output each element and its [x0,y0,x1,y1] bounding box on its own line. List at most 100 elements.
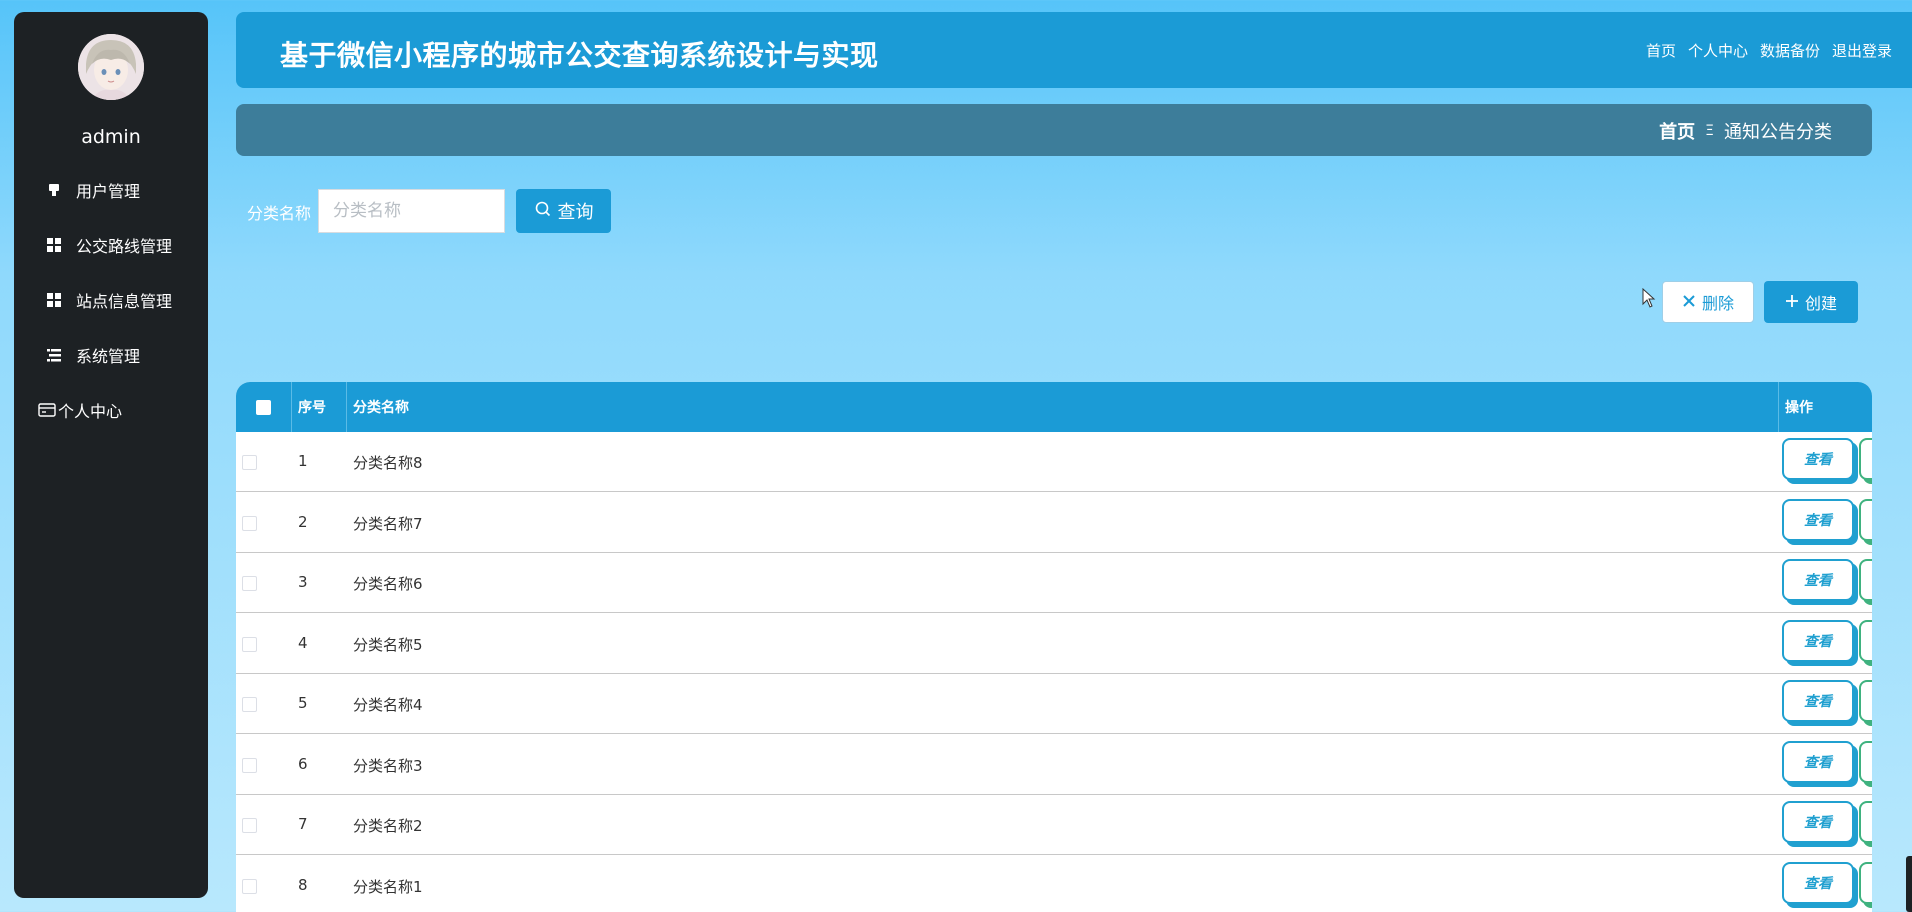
nav-personal-center-link[interactable]: 个人中心 [1688,40,1748,61]
table-row: 8 分类名称1 查看编辑删除 [236,856,1872,912]
edit-button[interactable]: 编辑 [1859,498,1872,541]
view-button[interactable]: 查看 [1782,801,1854,843]
user-card-icon [46,182,62,198]
table-row: 7 分类名称2 查看编辑删除 [236,795,1872,855]
view-button[interactable]: 查看 [1782,619,1854,662]
edit-button[interactable]: 编辑 [1859,559,1872,601]
mouse-cursor-icon [1642,287,1656,312]
row-index: 1 [298,452,308,470]
sidebar-item-system-management[interactable]: 系统管理 [46,341,140,369]
sidebar-item-label: 站点信息管理 [76,292,173,311]
select-all-checkbox[interactable] [256,399,271,415]
search-input[interactable] [318,189,505,233]
batch-delete-button[interactable]: 删除 [1662,281,1754,323]
row-index: 5 [298,694,308,712]
row-checkbox[interactable] [242,757,257,773]
row-index: 7 [298,815,308,833]
close-icon [1682,293,1696,312]
row-category-name: 分类名称6 [353,575,423,593]
table-row: 2 分类名称7 查看编辑删除 [236,493,1872,553]
view-button[interactable]: 查看 [1782,680,1854,722]
row-category-name: 分类名称7 [353,514,423,533]
sidebar-item-personal-center[interactable]: 个人中心 [38,396,122,424]
column-header-actions: 操作 [1785,400,1813,416]
page-title: 基于微信小程序的城市公交查询系统设计与实现 [280,39,879,72]
row-checkbox[interactable] [242,878,257,894]
sidebar-item-label: 用户管理 [76,182,141,201]
breadcrumb-separator: Ξ [1705,123,1714,139]
row-actions: 查看编辑删除 [1782,619,1872,662]
row-category-name: 分类名称8 [353,454,423,472]
row-actions: 查看编辑删除 [1782,740,1872,783]
row-checkbox[interactable] [242,697,257,712]
breadcrumb: 首页 Ξ 通知公告分类 [1659,118,1832,144]
search-icon [534,200,552,223]
table-row: 5 分类名称4 查看编辑删除 [236,674,1872,734]
nav-logout-link[interactable]: 退出登录 [1832,40,1892,61]
top-header: 基于微信小程序的城市公交查询系统设计与实现 首页 个人中心 数据备份 退出登录 [236,12,1912,88]
list-icon [46,347,62,363]
sidebar-item-label: 公交路线管理 [76,237,173,256]
table-row: 6 分类名称3 查看编辑删除 [236,735,1872,795]
edit-button[interactable]: 编辑 [1859,438,1872,480]
edit-button[interactable]: 编辑 [1859,801,1872,843]
row-index: 4 [298,633,308,652]
search-label: 分类名称 [247,204,312,223]
id-card-icon [38,402,56,418]
row-category-name: 分类名称4 [353,696,423,714]
row-actions: 查看编辑删除 [1782,801,1872,843]
row-actions: 查看编辑删除 [1782,861,1872,904]
query-button[interactable]: 查询 [516,189,611,233]
nav-home-link[interactable]: 首页 [1646,40,1676,61]
column-header-name[interactable]: 分类名称 [347,382,1779,432]
sidebar-item-bus-route-management[interactable]: 公交路线管理 [46,231,172,259]
row-category-name: 分类名称2 [353,817,423,835]
view-button[interactable]: 查看 [1782,438,1854,480]
row-checkbox[interactable] [242,636,257,652]
edit-button[interactable]: 编辑 [1859,619,1872,662]
row-index: 6 [298,754,308,773]
create-label: 创建 [1804,294,1837,313]
nav-data-backup-link[interactable]: 数据备份 [1760,40,1820,61]
edit-button[interactable]: 编辑 [1859,740,1872,783]
query-button-label: 查询 [557,202,594,223]
row-category-name: 分类名称3 [353,756,423,775]
sidebar-item-label: 系统管理 [76,347,141,366]
sidebar-item-label: 个人中心 [58,402,123,421]
scrollbar[interactable] [1906,856,1912,912]
edit-button[interactable]: 编辑 [1859,680,1872,722]
table-row: 3 分类名称6 查看编辑删除 [236,553,1872,613]
edit-button[interactable]: 编辑 [1859,861,1872,904]
row-checkbox[interactable] [242,576,257,591]
sidebar-item-station-info-management[interactable]: 站点信息管理 [46,286,172,314]
create-button[interactable]: 创建 [1764,281,1858,323]
view-button[interactable]: 查看 [1782,559,1854,601]
row-actions: 查看编辑删除 [1782,680,1872,722]
grid-icon [46,292,62,308]
avatar[interactable] [78,34,144,100]
row-checkbox[interactable] [242,818,257,833]
grid-icon [46,237,62,253]
table-row: 4 分类名称5 查看编辑删除 [236,614,1872,674]
breadcrumb-home[interactable]: 首页 [1659,118,1695,144]
row-actions: 查看编辑删除 [1782,438,1872,480]
row-category-name: 分类名称5 [353,635,423,654]
sidebar: admin 用户管理 公交路线管理 站点信息管理 系统管理 个人中心 [14,12,208,898]
row-actions: 查看编辑删除 [1782,498,1872,541]
column-header-index: 序号 [292,382,347,432]
view-button[interactable]: 查看 [1782,498,1854,541]
table-row: 1 分类名称8 查看编辑删除 [236,432,1872,492]
row-category-name: 分类名称1 [353,877,423,896]
row-actions: 查看编辑删除 [1782,559,1872,601]
row-checkbox[interactable] [242,515,257,531]
row-index: 2 [298,512,308,531]
sidebar-item-user-management[interactable]: 用户管理 [46,176,140,204]
header-nav: 首页 个人中心 数据备份 退出登录 [1646,40,1892,61]
view-button[interactable]: 查看 [1782,861,1854,904]
row-checkbox[interactable] [242,455,257,470]
header-select-all [236,382,292,432]
table-header: 序号 分类名称 操作 [236,382,1872,432]
breadcrumb-current: 通知公告分类 [1724,122,1832,143]
view-button[interactable]: 查看 [1782,740,1854,783]
category-table: 序号 分类名称 操作 1分类名称8查看编辑删除2分类名称7查看编辑删除3分类名称… [236,382,1872,912]
